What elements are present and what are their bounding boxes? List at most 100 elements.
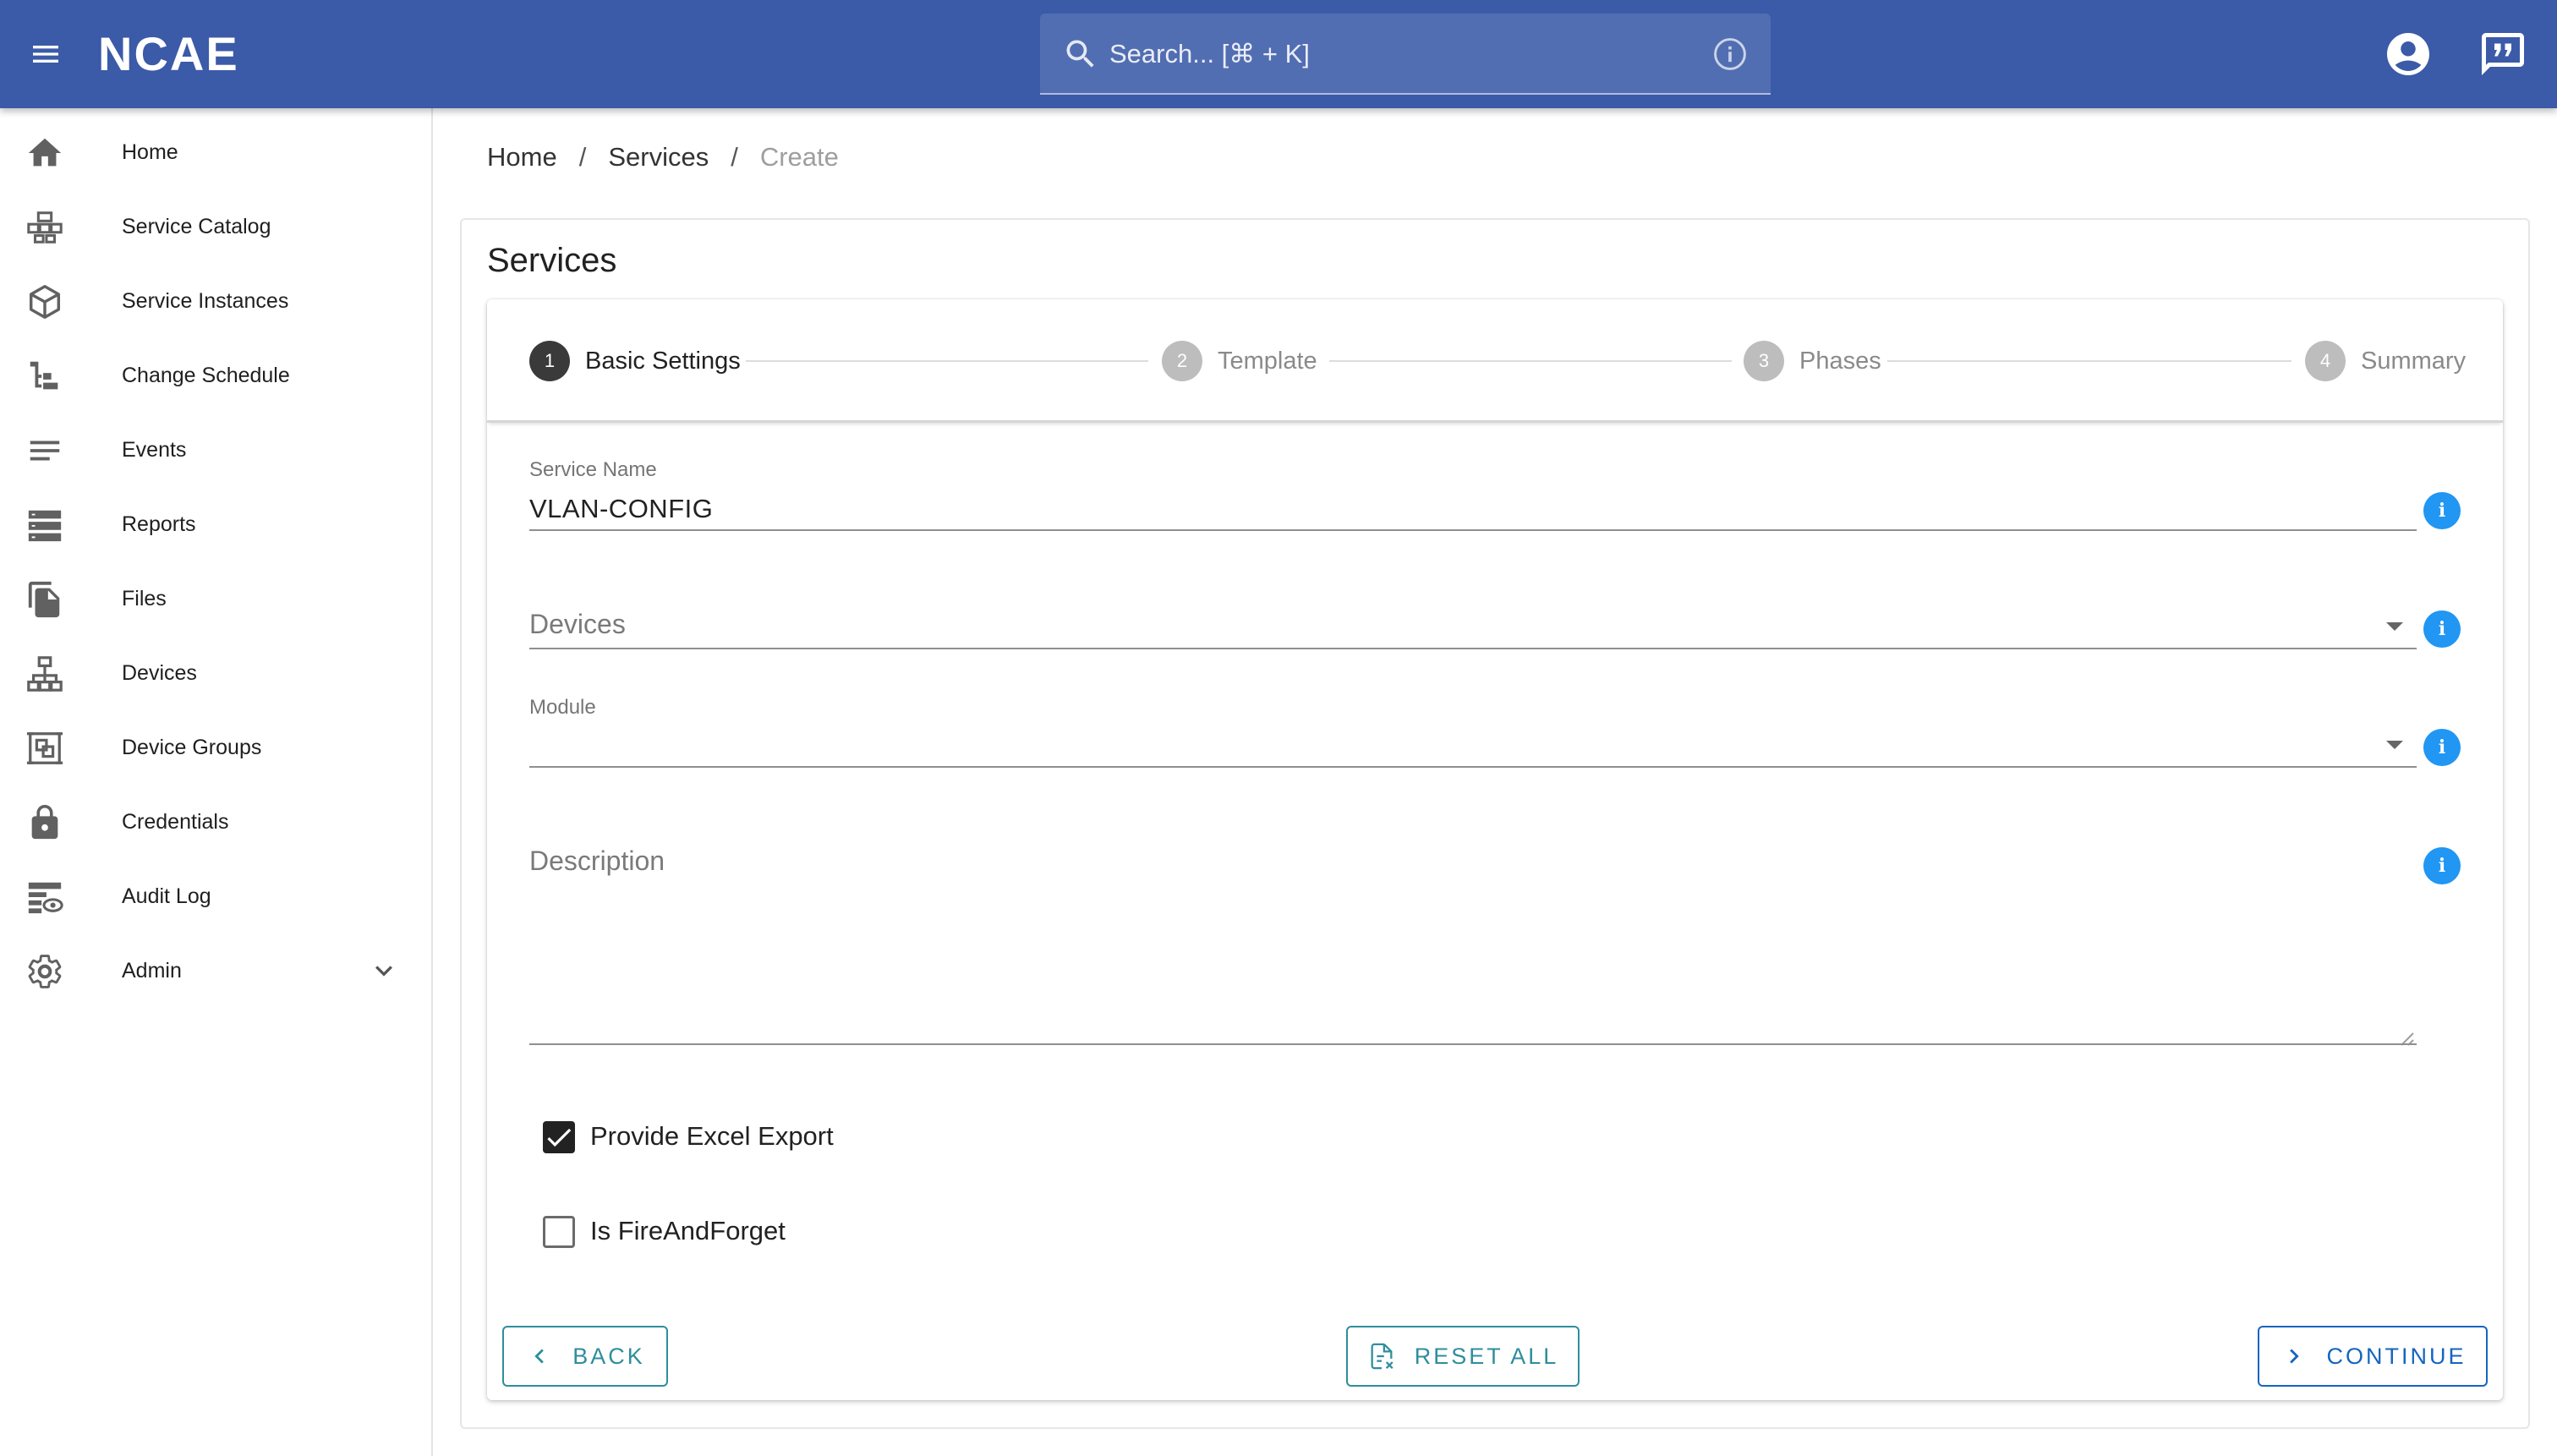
sidebar-item-audit-log[interactable]: Audit Log — [0, 859, 431, 933]
sidebar-item-device-groups[interactable]: Device Groups — [0, 710, 431, 785]
sidebar-item-files[interactable]: Files — [0, 561, 431, 636]
sidebar-item-label: Devices — [122, 661, 197, 685]
reset-all-button[interactable]: RESET ALL — [1346, 1326, 1580, 1387]
devices-underline — [529, 648, 2417, 649]
sidebar-item-events[interactable]: Events — [0, 413, 431, 487]
sidebar-item-reports[interactable]: Reports — [0, 487, 431, 561]
sidebar: Home Service Catalog Service Instances C… — [0, 108, 433, 1456]
files-icon — [28, 581, 60, 618]
sidebar-item-change-schedule[interactable]: Change Schedule — [0, 338, 431, 413]
gear-icon — [28, 955, 62, 988]
breadcrumb-services[interactable]: Services — [608, 135, 709, 179]
search-placeholder: Search... [⌘ + K] — [1109, 39, 1310, 68]
stepper-connector — [1329, 360, 1732, 362]
sidebar-item-credentials[interactable]: Credentials — [0, 785, 431, 859]
step-number: 3 — [1744, 341, 1784, 381]
stepper-connector — [746, 360, 1148, 362]
step-number: 4 — [2305, 341, 2346, 381]
sidebar-item-label: Admin — [122, 959, 182, 983]
sidebar-item-label: Service Instances — [122, 289, 289, 313]
back-button-label: BACK — [572, 1343, 645, 1369]
module-select[interactable] — [529, 731, 2347, 764]
devices-info-icon[interactable]: i — [2423, 610, 2461, 648]
chevron-down-icon[interactable] — [367, 954, 401, 988]
device-groups-icon — [26, 732, 63, 764]
schedule-tree-icon — [30, 361, 58, 390]
step-basic-settings[interactable]: 1 Basic Settings — [529, 338, 741, 384]
description-info-icon[interactable]: i — [2423, 847, 2461, 884]
step-number: 2 — [1162, 341, 1202, 381]
devices-select[interactable]: Devices — [529, 609, 626, 640]
stepper-connector — [1887, 360, 2291, 362]
step-label: Summary — [2361, 347, 2467, 375]
sidebar-item-label: Home — [122, 140, 178, 164]
module-dropdown-arrow-icon[interactable] — [2386, 741, 2403, 749]
sidebar-item-label: Change Schedule — [122, 364, 290, 387]
chevron-left-icon — [534, 1349, 545, 1364]
service-name-underline — [529, 529, 2417, 531]
breadcrumb-home[interactable]: Home — [487, 135, 557, 179]
step-template[interactable]: 2 Template — [1162, 338, 1317, 384]
sidebar-item-admin[interactable]: Admin — [0, 933, 431, 1008]
breadcrumb-separator: / — [731, 142, 738, 172]
breadcrumb-current: Create — [759, 142, 839, 172]
excel-export-label: Provide Excel Export — [590, 1121, 834, 1151]
sidebar-item-home[interactable]: Home — [0, 115, 431, 189]
app-logo[interactable]: NCAE — [98, 25, 239, 83]
reports-icon — [28, 510, 62, 542]
search-icon — [1066, 40, 1094, 68]
service-name-info-icon[interactable]: i — [2423, 492, 2461, 529]
sidebar-item-service-catalog[interactable]: Service Catalog — [0, 189, 431, 264]
info-outline-icon[interactable] — [1711, 36, 1749, 73]
fire-and-forget-checkbox[interactable] — [543, 1216, 575, 1248]
menu-icon[interactable] — [19, 27, 73, 81]
continue-button[interactable]: CONTINUE — [2258, 1326, 2488, 1387]
step-label: Basic Settings — [585, 347, 741, 375]
chevron-right-icon — [2289, 1349, 2299, 1364]
step-phases[interactable]: 3 Phases — [1744, 338, 1881, 384]
feedback-icon[interactable] — [2478, 29, 2528, 79]
step-label: Phases — [1799, 347, 1881, 375]
module-label: Module — [529, 696, 596, 719]
top-app-bar: NCAE Search... [⌘ + K] — [0, 0, 2557, 108]
fire-and-forget-label: Is FireAndForget — [590, 1216, 786, 1245]
breadcrumb: Home / Services / Create — [487, 135, 839, 179]
sidebar-item-label: Files — [122, 587, 167, 610]
step-summary[interactable]: 4 Summary — [2305, 338, 2466, 384]
sidebar-item-label: Credentials — [122, 810, 229, 834]
excel-export-checkbox[interactable] — [543, 1121, 575, 1153]
description-textarea[interactable]: Description — [529, 846, 665, 877]
description-underline — [529, 1043, 2417, 1045]
account-circle-icon[interactable] — [2383, 29, 2434, 79]
sidebar-item-label: Audit Log — [122, 884, 211, 908]
sidebar-item-label: Device Groups — [122, 736, 262, 759]
wizard-panel — [487, 299, 2503, 1400]
search-input[interactable]: Search... [⌘ + K] — [1040, 14, 1771, 95]
audit-log-icon — [28, 882, 63, 914]
continue-button-label: CONTINUE — [2326, 1343, 2467, 1369]
service-name-field[interactable]: VLAN-CONFIG — [529, 494, 713, 524]
device-tree-icon — [27, 656, 63, 692]
step-number: 1 — [529, 341, 570, 381]
check-icon — [547, 1128, 572, 1147]
service-name-label: Service Name — [529, 458, 657, 481]
cube-icon — [29, 285, 61, 319]
sidebar-item-devices[interactable]: Devices — [0, 636, 431, 710]
service-catalog-icon — [27, 211, 63, 244]
sidebar-item-label: Reports — [122, 512, 196, 536]
list-lines-icon — [30, 441, 60, 461]
file-clear-icon — [1371, 1343, 1393, 1370]
module-underline — [529, 766, 2417, 768]
breadcrumb-separator: / — [578, 142, 587, 172]
step-label: Template — [1218, 347, 1317, 375]
module-info-icon[interactable]: i — [2423, 729, 2461, 766]
sidebar-item-service-instances[interactable]: Service Instances — [0, 264, 431, 338]
sidebar-item-label: Events — [122, 438, 187, 462]
home-icon — [28, 138, 62, 167]
page-title: Services — [487, 242, 617, 279]
sidebar-item-label: Service Catalog — [122, 215, 271, 238]
devices-dropdown-arrow-icon[interactable] — [2386, 622, 2403, 631]
reset-all-button-label: RESET ALL — [1414, 1343, 1559, 1369]
back-button[interactable]: BACK — [502, 1326, 668, 1387]
lock-icon — [31, 804, 58, 840]
